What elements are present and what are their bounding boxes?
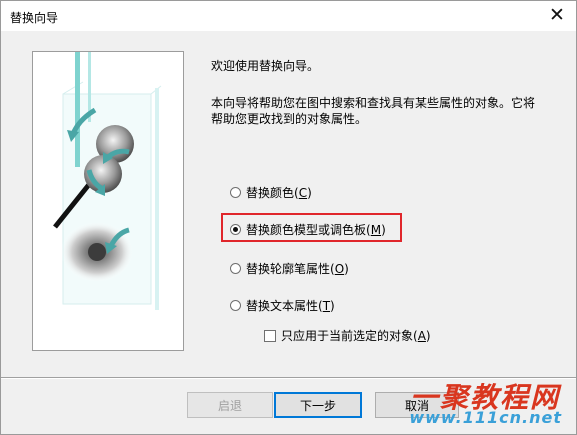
option-label: 替换文本属性 [246,299,319,313]
checkbox-label: 只应用于当前选定的对象 [281,329,414,343]
description-line-1: 本向导将帮助您在图中搜索和查找具有某些属性的对象。它将 [211,96,536,110]
replace-wizard-dialog: 替换向导 ✕ 欢迎使用替换向导。 本向导将帮助您在图中搜索和查找具有某些属性的对… [0,0,577,435]
apply-to-selected-checkbox-row[interactable]: 只应用于当前选定的对象(A) [264,327,431,344]
welcome-text: 欢迎使用替换向导。 [211,59,320,73]
radio-button[interactable] [230,187,241,198]
radio-button[interactable] [230,300,241,311]
radio-button[interactable] [230,263,241,274]
title-bar: 替换向导 ✕ [1,1,576,31]
option-label: 替换轮廓笔属性 [246,262,331,276]
wizard-illustration [32,51,184,351]
checkbox[interactable] [264,329,276,342]
option-replace-color[interactable]: 替换颜色(C) [230,184,312,201]
back-button[interactable]: 启退 [187,392,273,418]
option-mnemonic: O [334,262,345,276]
next-button[interactable]: 下一步 [274,392,362,418]
magnifier-illustration-icon [53,52,162,310]
checkbox-mnemonic: A [417,329,426,343]
watermark: 一聚教程网 www.111cn.net [370,376,570,434]
option-label: 替换颜色 [246,186,295,200]
option-mnemonic: C [298,186,308,200]
description-line-2: 帮助您更改找到的对象属性。 [211,112,368,126]
highlight-box [221,213,402,242]
option-mnemonic: T [322,299,331,313]
watermark-url: www.111cn.net [409,408,562,427]
option-replace-outline-pen[interactable]: 替换轮廓笔属性(O) [230,260,349,277]
window-title: 替换向导 [10,11,59,25]
option-replace-text-properties[interactable]: 替换文本属性(T) [230,297,335,314]
close-icon[interactable]: ✕ [544,3,570,27]
